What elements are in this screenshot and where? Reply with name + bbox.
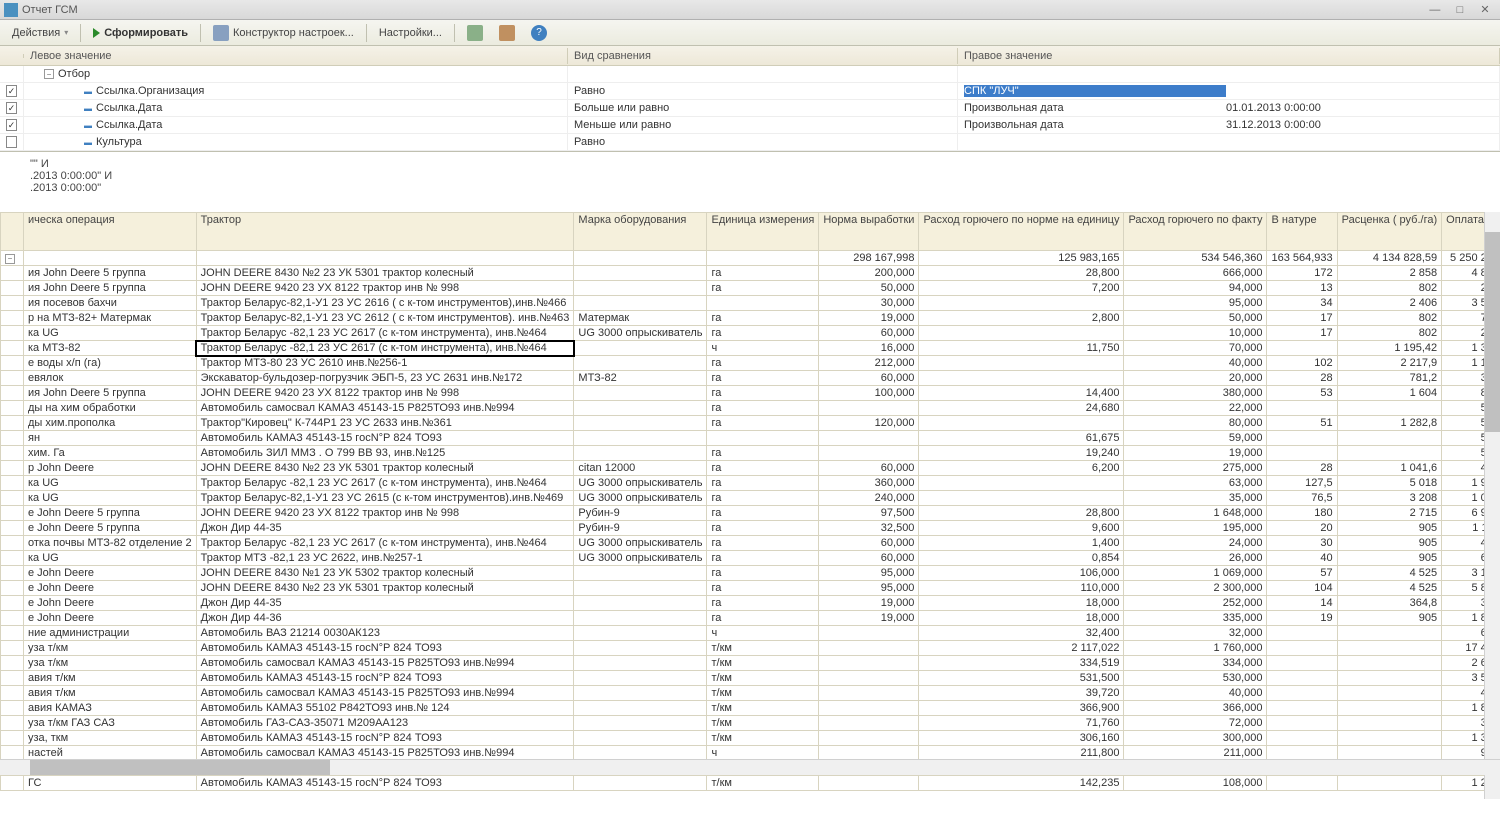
help-button[interactable]: ? — [525, 23, 553, 43]
collapse-icon[interactable]: − — [44, 69, 54, 79]
filter-panel: Левое значение Вид сравнения Правое знач… — [0, 46, 1500, 152]
table-row[interactable]: ка UGТрактор Беларус -82,1 23 УС 2617 (с… — [1, 476, 1500, 491]
filter-field: Ссылка.Организация — [96, 85, 204, 97]
filter-hdr-cmp: Вид сравнения — [568, 48, 958, 64]
table-row[interactable]: р на МТЗ-82+ МатермакТрактор Беларус-82,… — [1, 311, 1500, 326]
table-row[interactable]: уза т/кмАвтомобиль КАМАЗ 45143-15 госN°Р… — [1, 641, 1500, 656]
filter-rv2[interactable]: 31.12.2013 0:00:00 — [1226, 119, 1493, 131]
filter-rv1[interactable]: Произвольная дата — [964, 102, 1226, 114]
wrench-icon — [213, 25, 229, 41]
filter-rv1[interactable]: СПК "ЛУЧ" — [964, 85, 1226, 97]
table-icon — [467, 25, 483, 41]
minimize-button[interactable]: — — [1424, 4, 1446, 16]
bullet-icon: ▬ — [84, 104, 92, 113]
table-row[interactable]: ия John Deere 5 группаJOHN DEERE 9420 23… — [1, 386, 1500, 401]
filter-rv2[interactable]: 01.01.2013 0:00:00 — [1226, 102, 1493, 114]
table-row[interactable]: уза т/кмАвтомобиль самосвал КАМАЗ 45143-… — [1, 656, 1500, 671]
bullet-icon: ▬ — [84, 138, 92, 147]
window-title: Отчет ГСМ — [22, 4, 1424, 16]
table-row[interactable]: ГСАвтомобиль КАМАЗ 45143-15 госN°Р 824 Т… — [1, 776, 1500, 791]
maximize-button[interactable]: □ — [1449, 4, 1471, 16]
table-row[interactable]: ды на хим обработкиАвтомобиль самосвал К… — [1, 401, 1500, 416]
table-row[interactable]: е John DeereДжон Дир 44-36га19,00018,000… — [1, 611, 1500, 626]
app-icon — [4, 3, 18, 17]
table-row[interactable]: ние администрацииАвтомобиль ВАЗ 21214 00… — [1, 626, 1500, 641]
checkbox[interactable]: ✓ — [6, 119, 17, 131]
filter-header: Левое значение Вид сравнения Правое знач… — [0, 46, 1500, 66]
table-row[interactable]: авия т/кмАвтомобиль самосвал КАМАЗ 45143… — [1, 686, 1500, 701]
filter-cmp[interactable]: Меньше или равно — [568, 117, 958, 133]
table-row[interactable]: хим. ГаАвтомобиль ЗИЛ ММЗ . О 799 ВВ 93,… — [1, 446, 1500, 461]
settings-button[interactable]: Настройки... — [373, 25, 448, 41]
table-row[interactable]: ка МТЗ-82Трактор Беларус -82,1 23 УС 261… — [1, 341, 1500, 356]
filter-row[interactable]: ✓ ▬ Ссылка.Дата Меньше или равно Произвольна… — [0, 117, 1500, 134]
table-row[interactable]: евялокЭкскаватор-бульдозер-погрузчик ЭБП… — [1, 371, 1500, 386]
toolbar: Действия ▾ Сформировать Конструктор наст… — [0, 20, 1500, 46]
table-row[interactable]: е John DeereJOHN DEERE 8430 №2 23 УК 530… — [1, 581, 1500, 596]
table-row[interactable]: ка UGТрактор Беларус -82,1 23 УС 2617 (с… — [1, 326, 1500, 341]
filter-row[interactable]: ▬ Культура Равно — [0, 134, 1500, 151]
form-button[interactable]: Сформировать — [87, 25, 194, 41]
report-header-row: ическа операция Трактор Марка оборудован… — [1, 213, 1500, 251]
table-row[interactable]: ка UGТрактор Беларус-82,1-У1 23 УС 2615 … — [1, 491, 1500, 506]
horizontal-scrollbar[interactable] — [0, 759, 1500, 775]
filter-cmp[interactable]: Равно — [568, 134, 958, 150]
table-row[interactable]: е John Deere 5 группаJOHN DEERE 9420 23 … — [1, 506, 1500, 521]
table-row[interactable]: авия т/кмАвтомобиль КАМАЗ 45143-15 госN°… — [1, 671, 1500, 686]
checkbox[interactable]: ✓ — [6, 102, 17, 114]
close-button[interactable]: ✕ — [1474, 3, 1496, 16]
filter-hdr-right: Правое значение — [958, 48, 1500, 64]
bullet-icon: ▬ — [84, 87, 92, 96]
filter-cmp[interactable]: Больше или равно — [568, 100, 958, 116]
table-row[interactable]: уза т/км ГАЗ САЗАвтомобиль ГАЗ-САЗ-35071… — [1, 716, 1500, 731]
table-row[interactable]: ия John Deere 5 группаJOHN DEERE 8430 №2… — [1, 266, 1500, 281]
table-row[interactable]: р John DeereJOHN DEERE 8430 №2 23 УК 530… — [1, 461, 1500, 476]
help-icon: ? — [531, 25, 547, 41]
table-row[interactable]: е воды х/п (га)Трактор МТЗ-80 23 УС 2610… — [1, 356, 1500, 371]
play-icon — [93, 28, 100, 38]
actions-menu[interactable]: Действия ▾ — [6, 25, 74, 41]
filter-row[interactable]: ✓ ▬ Ссылка.Дата Больше или равно Произвольна… — [0, 100, 1500, 117]
bullet-icon: ▬ — [84, 121, 92, 130]
table-row[interactable]: ия John Deere 5 группаJOHN DEERE 9420 23… — [1, 281, 1500, 296]
table-row[interactable]: ия посевов бахчиТрактор Беларус-82,1-У1 … — [1, 296, 1500, 311]
table-row[interactable]: авия КАМАЗАвтомобиль КАМАЗ 55102 Р842ТО9… — [1, 701, 1500, 716]
filter-group-row[interactable]: −Отбор — [0, 66, 1500, 83]
table-row[interactable]: е John DeereJOHN DEERE 8430 №1 23 УК 530… — [1, 566, 1500, 581]
tool-icon-1[interactable] — [461, 23, 489, 43]
report-grid[interactable]: ическа операция Трактор Марка оборудован… — [0, 212, 1500, 815]
table-row[interactable]: ка UGТрактор МТЗ -82,1 23 УС 2622, инв.№… — [1, 551, 1500, 566]
vertical-scrollbar[interactable] — [1484, 212, 1500, 799]
checkbox[interactable]: ✓ — [6, 85, 17, 97]
totals-row: −298 167,998125 983,165534 546,360163 56… — [1, 251, 1500, 266]
tool-icon-2[interactable] — [493, 23, 521, 43]
export-icon — [499, 25, 515, 41]
filter-rv1[interactable]: Произвольная дата — [964, 119, 1226, 131]
filter-cmp[interactable]: Равно — [568, 83, 958, 99]
filter-field: Культура — [96, 136, 142, 148]
constructor-button[interactable]: Конструктор настроек... — [207, 23, 360, 43]
filter-hdr-left: Левое значение — [24, 48, 568, 64]
table-row[interactable]: янАвтомобиль КАМАЗ 45143-15 госN°Р 824 Т… — [1, 431, 1500, 446]
info-block: "" И .2013 0:00:00" И .2013 0:00:00" — [0, 152, 1500, 212]
table-row[interactable]: е John DeereДжон Дир 44-35га19,00018,000… — [1, 596, 1500, 611]
filter-field: Ссылка.Дата — [96, 119, 162, 131]
table-row[interactable]: уза, ткмАвтомобиль КАМАЗ 45143-15 госN°Р… — [1, 731, 1500, 746]
checkbox[interactable] — [6, 136, 17, 148]
table-row[interactable]: ды хим.прополкаТрактор"Кировец" К-744Р1 … — [1, 416, 1500, 431]
collapse-icon[interactable]: − — [5, 254, 15, 264]
filter-field: Ссылка.Дата — [96, 102, 162, 114]
table-row[interactable]: е John Deere 5 группаДжон Дир 44-35Рубин… — [1, 521, 1500, 536]
table-row[interactable]: отка почвы МТЗ-82 отделение 2Трактор Бел… — [1, 536, 1500, 551]
window-titlebar: Отчет ГСМ — □ ✕ — [0, 0, 1500, 20]
filter-row[interactable]: ✓ ▬ Ссылка.Организация Равно СПК "ЛУЧ" — [0, 83, 1500, 100]
